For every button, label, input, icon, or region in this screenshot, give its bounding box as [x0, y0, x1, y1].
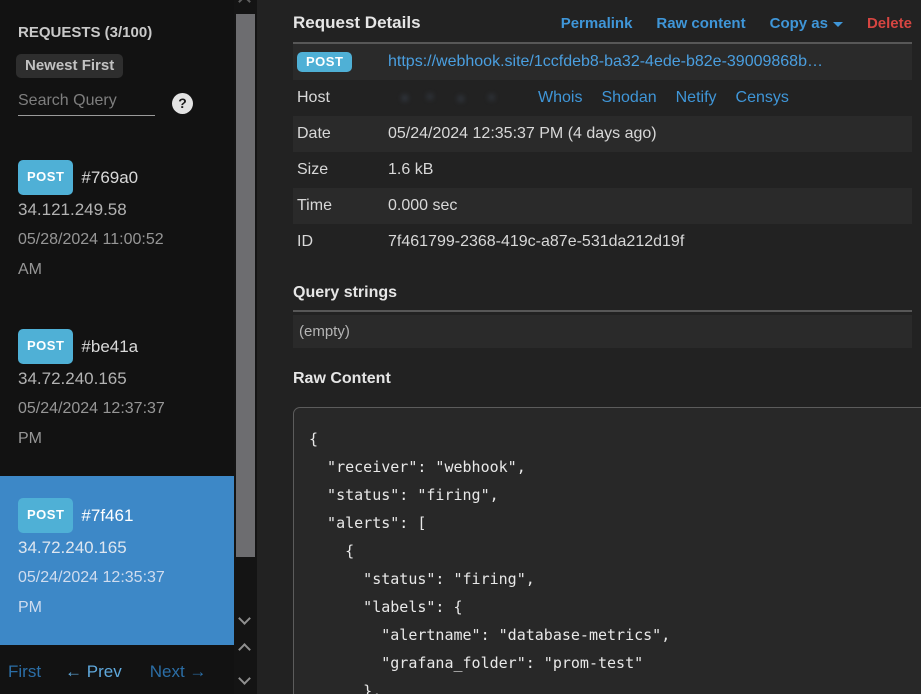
request-date: 05/24/2024 12:35:37 PM: [18, 563, 183, 623]
help-icon[interactable]: ?: [172, 93, 193, 114]
request-detail-table: POST https://webhook.site/1ccfdeb8-ba32-…: [293, 44, 912, 260]
header-actions: Permalink Raw content Copy as Delete: [537, 15, 912, 32]
date-row: Date 05/24/2024 12:35:37 PM (4 days ago): [293, 116, 912, 152]
pagination-first-link[interactable]: First: [8, 662, 41, 681]
method-badge: POST: [18, 329, 73, 364]
search-row: ?: [18, 90, 234, 116]
host-value-redacted: [388, 91, 528, 105]
request-id: #7f461: [81, 506, 133, 525]
whois-link[interactable]: Whois: [538, 89, 582, 107]
sidebar-scrollbar: [234, 0, 257, 694]
caret-down-icon: [833, 22, 843, 27]
scroll-up-icon[interactable]: [238, 643, 251, 656]
scrollbar-thumb[interactable]: [236, 14, 255, 557]
raw-content-link[interactable]: Raw content: [656, 15, 745, 32]
sort-order-button[interactable]: Newest First: [16, 54, 123, 78]
request-date: 05/28/2024 11:00:52 AM: [18, 225, 183, 285]
requests-sidebar: REQUESTS (3/100) Newest First ? POST #769…: [0, 0, 234, 694]
request-list-item-selected[interactable]: POST #7f461 34.72.240.165 05/24/2024 12:3…: [0, 476, 234, 645]
request-list-item[interactable]: POST #769a0 34.121.249.58 05/28/2024 11:0…: [0, 138, 234, 307]
method-badge: POST: [297, 52, 352, 72]
row-label: Size: [297, 161, 388, 179]
censys-link[interactable]: Censys: [736, 89, 789, 107]
page-title: Request Details: [293, 13, 421, 33]
host-label: Host: [297, 89, 388, 107]
scroll-down-icon[interactable]: [238, 672, 251, 685]
request-date: 05/24/2024 12:37:37 PM: [18, 394, 183, 454]
request-ip: 34.72.240.165: [18, 533, 216, 563]
host-row: Host Whois Shodan Netify Censys: [293, 80, 912, 116]
request-url-link[interactable]: https://webhook.site/1ccfdeb8-ba32-4ede-…: [388, 53, 823, 71]
row-value: 7f461799-2368-419c-a87e-531da212d19f: [388, 233, 684, 251]
scroll-down-icon[interactable]: [238, 612, 251, 625]
raw-content-code: { "receiver": "webhook", "status": "firi…: [293, 407, 921, 694]
query-strings-title: Query strings: [293, 284, 912, 302]
request-id: #769a0: [81, 168, 138, 187]
copy-as-dropdown[interactable]: Copy as: [770, 15, 843, 32]
id-row: ID 7f461799-2368-419c-a87e-531da212d19f: [293, 224, 912, 260]
scroll-up-icon[interactable]: [238, 0, 251, 8]
url-row: POST https://webhook.site/1ccfdeb8-ba32-…: [293, 44, 912, 80]
request-list: POST #769a0 34.121.249.58 05/28/2024 11:0…: [0, 138, 234, 645]
pagination-prev-link[interactable]: ← Prev: [65, 662, 122, 681]
row-label: Time: [297, 197, 388, 215]
section-divider: [293, 310, 912, 312]
permalink-link[interactable]: Permalink: [561, 15, 633, 32]
delete-button[interactable]: Delete: [867, 15, 912, 32]
pagination-next-link[interactable]: Next →: [150, 662, 207, 681]
request-details-panel: Request Details Permalink Raw content Co…: [257, 0, 921, 694]
query-strings-empty: (empty): [293, 315, 912, 348]
shodan-link[interactable]: Shodan: [601, 89, 656, 107]
request-id: #be41a: [81, 337, 138, 356]
row-value: 1.6 kB: [388, 161, 433, 179]
request-ip: 34.121.249.58: [18, 195, 216, 225]
requests-count-title: REQUESTS (3/100): [18, 24, 234, 41]
row-label: ID: [297, 233, 388, 251]
row-value: 05/24/2024 12:35:37 PM (4 days ago): [388, 125, 657, 143]
size-row: Size 1.6 kB: [293, 152, 912, 188]
time-row: Time 0.000 sec: [293, 188, 912, 224]
method-badge: POST: [18, 160, 73, 195]
search-input[interactable]: [18, 90, 155, 116]
details-header: Request Details Permalink Raw content Co…: [293, 0, 912, 33]
request-list-item[interactable]: POST #be41a 34.72.240.165 05/24/2024 12:3…: [0, 307, 234, 476]
raw-content-title: Raw Content: [293, 370, 912, 388]
request-ip: 34.72.240.165: [18, 364, 216, 394]
method-badge: POST: [18, 498, 73, 533]
pagination: First ← Prev Next →: [8, 662, 230, 682]
row-label: Date: [297, 125, 388, 143]
row-value: 0.000 sec: [388, 197, 457, 215]
netify-link[interactable]: Netify: [676, 89, 717, 107]
